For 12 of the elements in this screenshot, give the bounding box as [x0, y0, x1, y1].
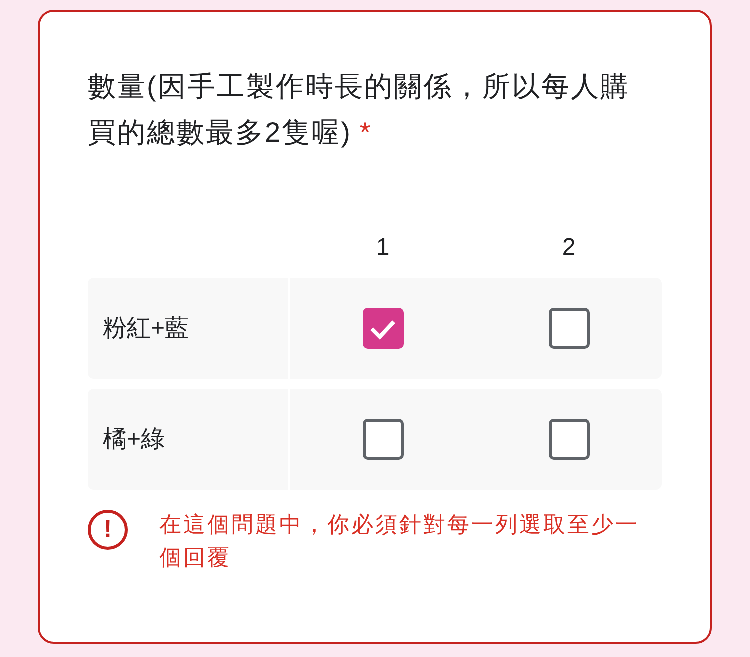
checkbox[interactable] [362, 419, 404, 460]
error-message: 在這個問題中，你必須針對每一列選取至少一個回覆 [160, 511, 641, 572]
checkbox[interactable] [362, 308, 404, 349]
checkbox[interactable] [548, 308, 590, 349]
question-title: 數量(因手工製作時長的關係，所以每人購買的總數最多2隻喔) * [88, 70, 631, 150]
column-header: 1 [376, 233, 390, 263]
required-mark: * [360, 117, 372, 148]
row-label: 橘+綠 [103, 424, 166, 454]
column-header: 2 [562, 233, 576, 263]
checkbox[interactable] [548, 419, 590, 460]
error-icon: ! [88, 510, 128, 550]
row-label: 粉紅+藍 [103, 314, 190, 344]
